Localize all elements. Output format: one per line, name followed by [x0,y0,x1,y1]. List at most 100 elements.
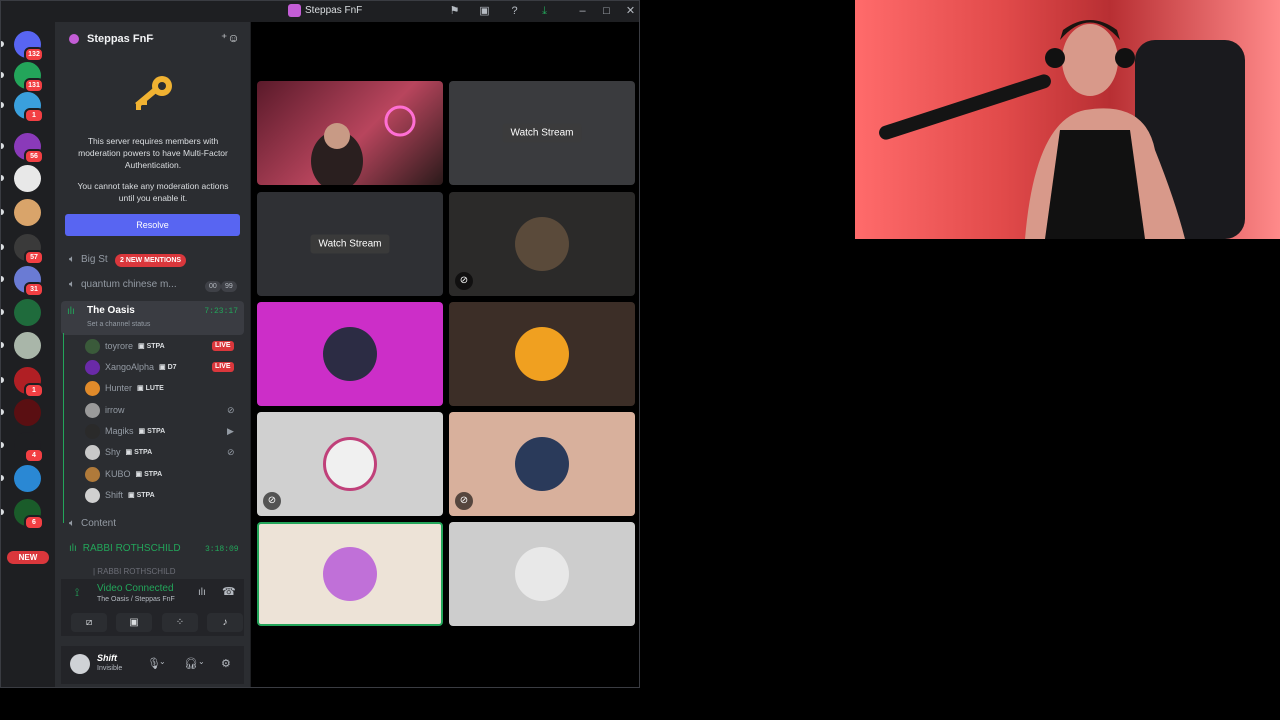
server-name: Steppas FnF [87,33,154,45]
sx-server[interactable] [14,399,41,426]
dark-server[interactable]: 57 [14,234,44,265]
add-member-icon[interactable]: ⁺☺ [221,31,240,45]
green-server[interactable]: 131 [14,62,44,93]
voice-user-hunter[interactable]: Hunter ▣ LUTE [85,380,164,396]
blue-face-server[interactable]: 1 [14,92,44,123]
voice-user-irrow[interactable]: irrow [85,402,125,418]
watch-stream-button[interactable]: Watch Stream [502,123,582,143]
username: KUBO [105,469,131,479]
chevron-down-icon[interactable]: ⌄ [159,657,166,666]
video-tile-irrow[interactable]: ⊘ [257,412,443,516]
disconnect-icon[interactable]: ☎ [222,585,236,598]
unread-pip [1,41,4,47]
noise-icon[interactable]: ılı [198,587,206,598]
voice-user-toyrore[interactable]: toyrore ▣ STPA [85,338,165,354]
watch-stream-button[interactable]: Watch Stream [310,234,390,254]
channel-rabbi[interactable]: ılı RABBI ROTHSCHILD [69,543,181,554]
avatar [323,547,377,601]
unread-pip [1,209,4,215]
rabbi-user[interactable]: | RABBI ROTHSCHILD [93,567,176,576]
channel-status[interactable]: Set a channel status [87,321,150,328]
server-tag: ▣ STPA [128,492,155,499]
channel-the-oasis[interactable]: ılı The Oasis Set a channel status 7:23:… [61,301,244,335]
voice-status: Video Connected [97,583,174,594]
unread-pip [1,102,4,108]
home-server[interactable]: 132 [14,31,44,62]
resolve-button[interactable]: Resolve [65,214,240,236]
signal-icon[interactable]: ⟟ [75,587,79,600]
white-server[interactable] [14,165,41,192]
gradient-server[interactable]: 31 [14,266,44,297]
username: Shy [105,447,121,457]
unread-badge: 1 [24,383,44,398]
red-server[interactable]: 1 [14,367,44,398]
server-header[interactable]: Steppas FnF ⌄ ⁺☺ [55,22,250,56]
new-mentions-badge[interactable]: 2 NEW MENTIONS [115,254,187,267]
channel-big[interactable]: 🔈︎ Big St [69,254,108,265]
download-icon[interactable]: ⤓ [538,5,551,18]
server-tag: ▣ STPA [125,449,153,456]
channel-content[interactable]: 🔈︎ Content [69,518,116,529]
avatar [85,380,100,396]
speaker-icon: 🔈︎ [69,279,75,290]
unread-pip [1,377,4,383]
quantum-count-a: 00 [205,281,221,292]
soundboard-button[interactable]: ♪ [207,613,243,632]
avatar[interactable] [70,654,90,674]
video-tile-magiks[interactable]: ⊘ [449,412,635,516]
server-icon [288,4,301,17]
deafened-icon: ⊘ [227,405,235,415]
video-tile-xango[interactable]: ⊘ [449,192,635,296]
voice-user-magiks[interactable]: Magiks ▣ STPA [85,423,165,439]
avatar [85,466,100,482]
server-tag: ▣ D7 [159,364,177,371]
video-tile-shift[interactable] [449,522,635,626]
unread-pip [1,442,4,448]
voice-user-kubo[interactable]: KUBO ▣ STPA [85,466,162,482]
portrait-server[interactable] [14,332,41,359]
webcam-overlay [855,0,1280,239]
unread-pip [1,309,4,315]
video-tile-toyrore[interactable] [257,81,443,185]
live-badge: LIVE [212,341,234,351]
blue-flower-server[interactable] [14,465,41,492]
m-server[interactable] [14,299,41,326]
voice-user-xangoalpha[interactable]: XangoAlpha ▣ D7 [85,359,177,375]
minimize-icon[interactable]: – [576,5,589,18]
voice-location[interactable]: The Oasis / Steppas FnF [97,596,175,603]
server-avatar [69,34,79,44]
voice-user-shy[interactable]: Shy ▣ STPA [85,444,152,460]
unread-pip [1,342,4,348]
mfa-line-5: until you enable it. [118,193,188,203]
quantum-count-b: 99 [221,281,237,292]
new-badge[interactable]: NEW [7,551,49,564]
username: Shift [105,490,124,500]
zzz-server[interactable]: 6 [14,499,44,530]
activities-button[interactable]: ⁘ [162,613,198,632]
voice-user-shift[interactable]: Shift ▣ STPA [85,487,155,503]
stream-tile-2[interactable]: Watch Stream [257,192,443,296]
chevron-down-icon[interactable]: ⌄ [198,657,205,666]
voice-panel: ⟟ Video Connected The Oasis / Steppas Fn… [61,579,244,636]
video-tile-panda[interactable] [257,302,443,406]
horizon-server[interactable] [14,199,41,226]
purple-server[interactable]: 56 [14,133,44,164]
threads-icon[interactable]: ⚑ [448,5,461,18]
gear-icon[interactable]: ⚙ [221,657,231,670]
inbox-icon[interactable]: ▣ [478,5,491,18]
avatar [85,444,100,460]
discord-window: Steppas FnF ⚑ ▣ ? ⤓ – □ ✕ NEW 132 131 1 56 5… [0,0,640,688]
video-tile-speaking[interactable] [257,522,443,626]
video-tile-hunter[interactable] [449,302,635,406]
user-panel: Shift Invisible 🎙︎ ⌄ 🎧︎ ⌄ ⚙ [61,646,244,684]
maximize-icon[interactable]: □ [600,5,613,18]
channel-quantum[interactable]: 🔈︎ quantum chinese m... [69,279,177,290]
headphones-icon[interactable]: 🎧︎ [184,657,198,670]
kana-server[interactable]: 4 [14,432,44,463]
help-icon[interactable]: ? [508,5,521,18]
screen-share-button[interactable]: ▣ [116,613,152,632]
close-icon[interactable]: ✕ [624,5,637,18]
my-username[interactable]: Shift [97,653,117,663]
camera-button[interactable]: ⧄ [71,613,107,632]
stream-tile-1[interactable]: Watch Stream [449,81,635,185]
